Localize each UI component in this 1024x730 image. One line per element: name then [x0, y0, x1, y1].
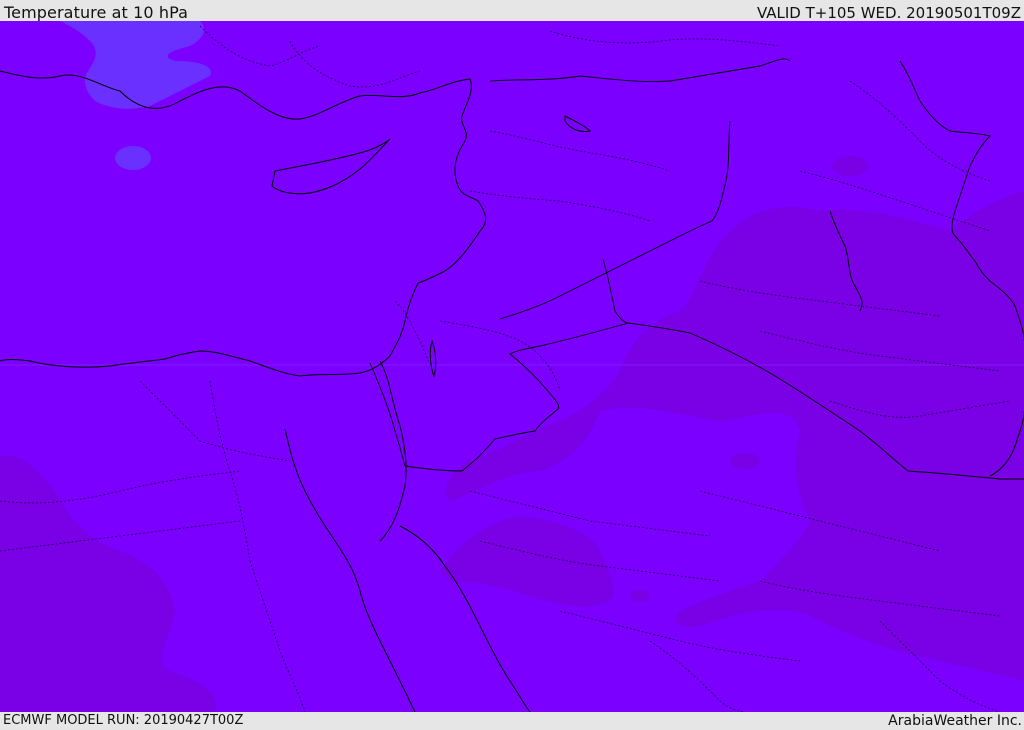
model-run-label: ECMWF MODEL RUN: 20190427T00Z — [3, 713, 244, 728]
weather-map — [0, 21, 1024, 712]
temperature-field-cool-spot — [115, 146, 151, 170]
temperature-field-warm-spot-2 — [630, 590, 650, 602]
temperature-field-warm-spot-3 — [832, 156, 868, 176]
map-panel — [0, 21, 1024, 712]
credit-label: ArabiaWeather Inc. — [888, 713, 1022, 729]
header-bar: Temperature at 10 hPa VALID T+105 WED. 2… — [0, 0, 1024, 22]
valid-time: VALID T+105 WED. 20190501T09Z — [756, 4, 1021, 22]
temperature-field-warm-spot — [730, 453, 760, 469]
map-title: Temperature at 10 hPa — [4, 3, 189, 22]
footer-bar: ECMWF MODEL RUN: 20190427T00Z ArabiaWeat… — [0, 712, 1024, 729]
